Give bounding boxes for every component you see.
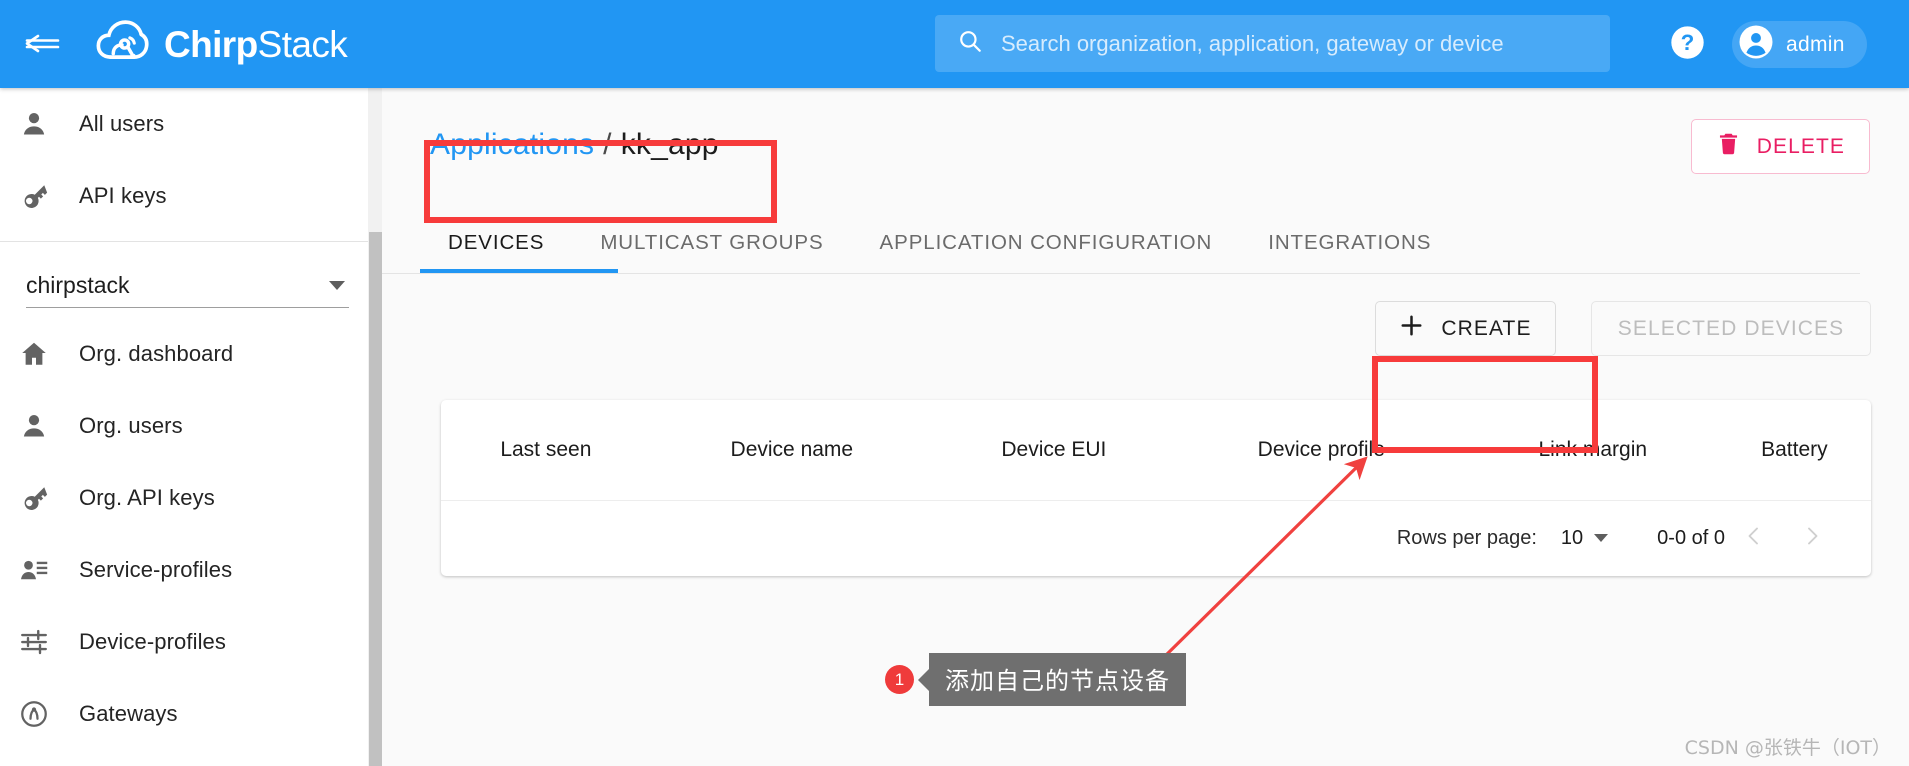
sidebar-item-org-api-keys[interactable]: Org. API keys	[0, 462, 368, 534]
search-icon	[957, 28, 983, 59]
user-name-label: admin	[1786, 33, 1845, 57]
delete-button-label: DELETE	[1757, 135, 1845, 159]
user-menu-button[interactable]: admin	[1732, 21, 1867, 68]
devices-table-card: Last seen Device name Device EUI Device …	[441, 400, 1871, 576]
column-header-link-margin: Link margin	[1468, 400, 1718, 500]
tab-label: INTEGRATIONS	[1268, 231, 1431, 255]
gateway-antenna-icon	[19, 699, 79, 729]
app-root: ChirpStack ?	[0, 0, 1909, 766]
callout-text: 添加自己的节点设备	[929, 653, 1186, 706]
tab-application-configuration[interactable]: APPLICATION CONFIGURATION	[852, 212, 1241, 273]
create-button-label: CREATE	[1441, 317, 1531, 341]
watermark: CSDN @张铁牛（IOT）	[1685, 733, 1891, 760]
sidebar-item-org-dashboard[interactable]: Org. dashboard	[0, 318, 368, 390]
selected-devices-button[interactable]: SELECTED DEVICES	[1591, 301, 1871, 356]
create-button[interactable]: CREATE	[1375, 301, 1556, 356]
sidebar-item-label: All users	[79, 111, 164, 137]
app-header: ChirpStack ?	[0, 0, 1909, 88]
rows-per-page-label: Rows per page:	[1397, 527, 1537, 550]
sidebar-item-org-users[interactable]: Org. users	[0, 390, 368, 462]
sidebar: All users API keys chirpstack Org. dashb…	[0, 88, 368, 766]
page-header: Applications / kk_app DELETE	[382, 88, 1909, 212]
rows-per-page-select[interactable]: 10	[1561, 527, 1608, 550]
sidebar-divider	[0, 241, 368, 242]
tab-active-indicator	[420, 269, 618, 273]
breadcrumb: Applications / kk_app	[430, 128, 719, 162]
devices-table: Last seen Device name Device EUI Device …	[441, 400, 1871, 501]
help-button[interactable]: ?	[1669, 26, 1706, 63]
trash-icon	[1716, 131, 1741, 162]
account-circle-icon	[1738, 24, 1774, 65]
brand-logo-link[interactable]: ChirpStack	[94, 16, 347, 72]
tab-devices[interactable]: DEVICES	[420, 212, 572, 273]
devices-toolbar: CREATE SELECTED DEVICES	[382, 274, 1909, 386]
tab-integrations[interactable]: INTEGRATIONS	[1240, 212, 1459, 273]
column-header-last-seen: Last seen	[441, 400, 651, 500]
global-search[interactable]	[935, 15, 1610, 72]
search-input[interactable]	[1001, 24, 1610, 64]
tune-sliders-icon	[19, 627, 79, 657]
tab-label: DEVICES	[448, 231, 544, 255]
tab-label: MULTICAST GROUPS	[600, 231, 823, 255]
home-icon	[19, 339, 79, 369]
tab-bar: DEVICES MULTICAST GROUPS APPLICATION CON…	[382, 212, 1860, 274]
collapse-arrow-icon	[22, 30, 62, 58]
key-icon	[19, 181, 79, 211]
column-header-device-name: Device name	[651, 400, 933, 500]
chevron-left-icon	[1742, 524, 1766, 553]
person-icon	[19, 109, 79, 139]
sidebar-item-service-profiles[interactable]: Service-profiles	[0, 534, 368, 606]
service-profile-icon	[19, 555, 79, 585]
sidebar-item-label: Device-profiles	[79, 629, 226, 655]
tab-label: APPLICATION CONFIGURATION	[880, 231, 1213, 255]
column-header-device-eui: Device EUI	[933, 400, 1175, 500]
sidebar-item-label: Gateways	[79, 701, 178, 727]
organization-select[interactable]: chirpstack	[26, 264, 349, 308]
callout-tooltip: 1 添加自己的节点设备	[885, 653, 1186, 706]
next-page-button[interactable]	[1783, 509, 1841, 567]
sidebar-item-label: Org. users	[79, 413, 183, 439]
brand-title-bold: Chirp	[164, 24, 258, 65]
table-header-row: Last seen Device name Device EUI Device …	[441, 400, 1871, 500]
previous-page-button[interactable]	[1725, 509, 1783, 567]
table-pagination: Rows per page: 10 0-0 of 0	[441, 501, 1871, 576]
chevron-down-icon	[1594, 534, 1608, 542]
brand-title: ChirpStack	[164, 26, 347, 63]
help-circle-icon: ?	[1669, 24, 1706, 66]
sidebar-item-api-keys[interactable]: API keys	[0, 160, 368, 232]
brand-title-light: Stack	[258, 24, 348, 65]
sidebar-item-all-users[interactable]: All users	[0, 88, 368, 160]
key-icon	[19, 483, 79, 513]
chevron-down-icon	[329, 281, 345, 290]
chirpstack-cloud-logo-icon	[94, 16, 150, 72]
svg-text:?: ?	[1681, 30, 1695, 55]
sidebar-item-label: Org. API keys	[79, 485, 215, 511]
sidebar-item-device-profiles[interactable]: Device-profiles	[0, 606, 368, 678]
pagination-range: 0-0 of 0	[1657, 527, 1725, 550]
callout-pointer	[918, 669, 929, 691]
organization-select-value: chirpstack	[26, 272, 130, 299]
breadcrumb-current: kk_app	[621, 128, 719, 161]
sidebar-collapse-button[interactable]	[0, 0, 84, 88]
sidebar-item-label: Org. dashboard	[79, 341, 233, 367]
person-icon	[19, 411, 79, 441]
column-header-device-profile: Device profile	[1175, 400, 1468, 500]
plus-icon	[1399, 313, 1424, 344]
sidebar-item-label: Service-profiles	[79, 557, 232, 583]
column-header-battery: Battery	[1718, 400, 1871, 500]
rows-per-page-value: 10	[1561, 527, 1583, 550]
sidebar-item-gateways[interactable]: Gateways	[0, 678, 368, 750]
chevron-right-icon	[1800, 524, 1824, 553]
breadcrumb-applications-link[interactable]: Applications	[430, 128, 594, 161]
tab-multicast-groups[interactable]: MULTICAST GROUPS	[572, 212, 851, 273]
selected-devices-label: SELECTED DEVICES	[1618, 317, 1845, 341]
delete-button[interactable]: DELETE	[1691, 119, 1870, 174]
breadcrumb-separator: /	[603, 128, 612, 161]
sidebar-item-label: API keys	[79, 183, 167, 209]
sidebar-scrollbar-thumb[interactable]	[369, 232, 382, 766]
callout-step-badge: 1	[885, 665, 914, 694]
